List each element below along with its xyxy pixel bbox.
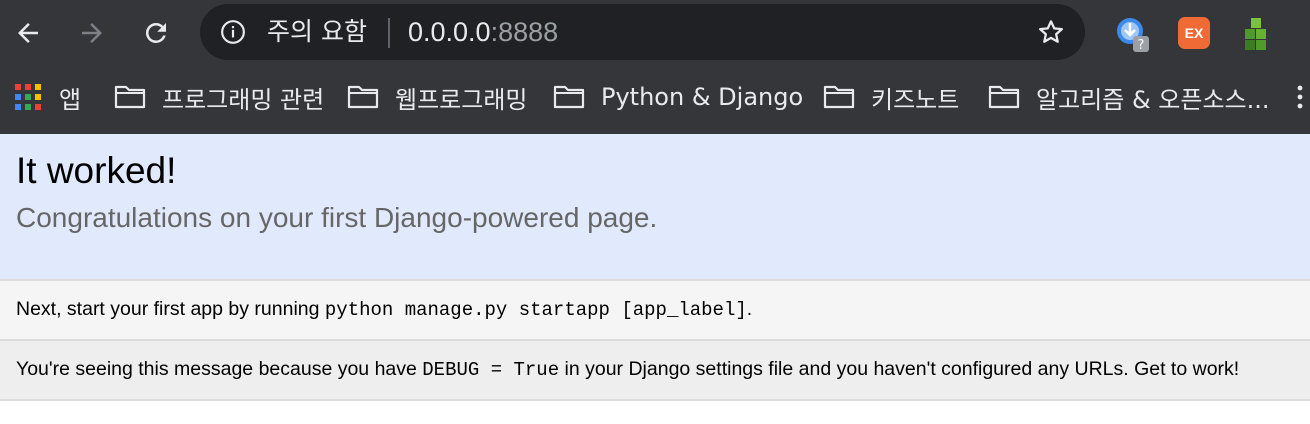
page-title: It worked!	[16, 150, 177, 191]
back-button[interactable]	[8, 13, 48, 53]
info-icon	[221, 20, 245, 44]
bookmark-folder-python-django[interactable]: Python & Django	[553, 80, 803, 114]
instructions-text: Next, start your first app by running py…	[16, 298, 752, 321]
url-host: 0.0.0.0	[408, 17, 491, 47]
green-cubes-extension-icon	[1245, 18, 1266, 50]
folder-icon	[823, 84, 855, 110]
back-arrow-icon	[18, 23, 38, 43]
bookmark-apps[interactable]: 앱	[15, 80, 81, 114]
address-bar[interactable]: 주의 요함 0.0.0.0:8888	[200, 4, 1085, 60]
explanation-prefix: You're seeing this message because you h…	[16, 358, 423, 380]
bookmark-star-button[interactable]	[1035, 16, 1067, 48]
cubes-extension[interactable]	[1237, 14, 1277, 54]
download-helper-icon: ?	[1117, 18, 1149, 53]
reload-icon	[145, 22, 166, 43]
security-warning-label[interactable]: 주의 요함	[267, 16, 367, 48]
bookmark-label: Python & Django	[601, 83, 804, 111]
url-text[interactable]: 0.0.0.0:8888	[408, 16, 558, 48]
apps-grid-icon	[15, 84, 41, 110]
folder-icon	[553, 84, 585, 110]
instructions-suffix: .	[746, 298, 753, 320]
bookmark-label: 키즈노트	[871, 85, 960, 114]
explanation-suffix: in your Django settings file and you hav…	[559, 358, 1240, 380]
bookmark-label: 알고리즘 & 오픈소스...	[1036, 85, 1270, 114]
overflow-dots-icon	[1297, 85, 1303, 109]
forward-button[interactable]	[72, 13, 112, 53]
browser-toolbar: 주의 요함 0.0.0.0:8888 ? EX	[0, 0, 1310, 66]
bookmark-apps-label: 앱	[59, 85, 82, 114]
star-icon	[1039, 20, 1063, 43]
folder-icon	[347, 84, 379, 110]
page-subtitle: Congratulations on your first Django-pow…	[16, 202, 658, 233]
bookmarks-overflow-button[interactable]	[1294, 80, 1306, 114]
extension-badge: ?	[1138, 38, 1145, 53]
forward-arrow-icon	[82, 23, 102, 43]
debug-setting: DEBUG = True	[422, 359, 560, 381]
explanation-text: You're seeing this message because you h…	[16, 358, 1239, 381]
startapp-command: python manage.py startapp [app_label]	[324, 299, 747, 321]
ex-extension[interactable]: EX	[1174, 14, 1214, 54]
instructions-section: Next, start your first app by running py…	[0, 281, 1310, 341]
folder-icon	[114, 84, 146, 110]
bookmark-label: 프로그래밍 관련	[162, 85, 325, 114]
folder-icon	[988, 84, 1020, 110]
bookmarks-bar: 앱 프로그래밍 관련 웹프로그래밍 Python & Django 키즈노트 알…	[0, 66, 1310, 134]
instructions-prefix: Next, start your first app by running	[16, 298, 325, 320]
bookmark-folder-programming[interactable]: 프로그래밍 관련	[114, 80, 324, 114]
omnibox-divider	[388, 18, 390, 48]
site-info-button[interactable]	[220, 19, 246, 45]
explanation-section: You're seeing this message because you h…	[0, 341, 1310, 401]
bookmark-folder-webprogramming[interactable]: 웹프로그래밍	[347, 80, 527, 114]
bookmark-folder-kidsnote[interactable]: 키즈노트	[823, 80, 959, 114]
bookmark-label: 웹프로그래밍	[395, 85, 528, 114]
bookmark-folder-algorithms[interactable]: 알고리즘 & 오픈소스...	[988, 80, 1270, 114]
summary-banner: It worked! Congratulations on your first…	[0, 134, 1310, 281]
url-port: :8888	[490, 17, 559, 47]
download-helper-extension[interactable]: ?	[1113, 14, 1153, 54]
reload-button[interactable]	[136, 13, 176, 53]
ex-extension-icon: EX	[1178, 17, 1210, 49]
